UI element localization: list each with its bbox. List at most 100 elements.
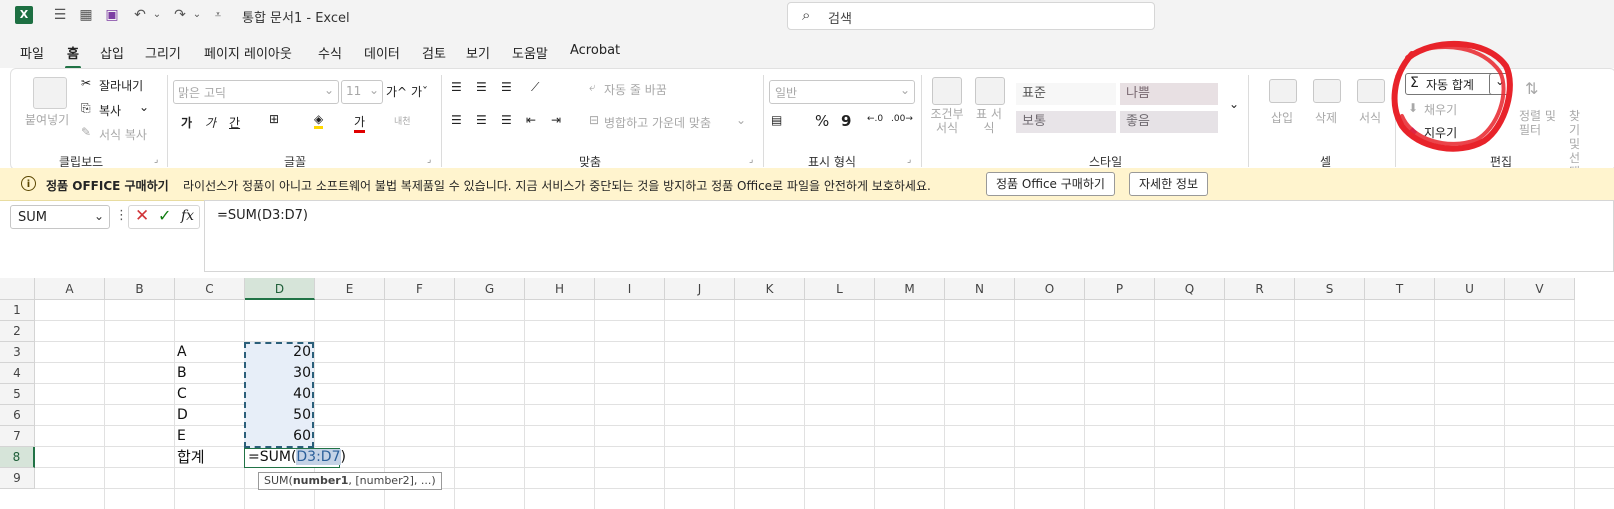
italic-button[interactable]: 가 [205, 114, 216, 131]
select-all-corner[interactable] [0, 278, 35, 300]
insert-cells-button[interactable]: 삽입 [1271, 109, 1293, 126]
row-header[interactable]: 5 [0, 384, 35, 405]
search-box[interactable]: ⌕ 검색 [787, 2, 1155, 30]
column-header[interactable]: O [1015, 278, 1085, 300]
column-header[interactable]: E [315, 278, 385, 300]
bold-button[interactable]: 가 [181, 114, 192, 131]
cell-D5[interactable]: 40 [246, 384, 311, 405]
paste-icon[interactable] [33, 77, 67, 109]
row-header[interactable]: 4 [0, 363, 35, 384]
column-header[interactable]: N [945, 278, 1015, 300]
cell-C5[interactable]: C [177, 384, 187, 405]
column-header[interactable]: S [1295, 278, 1365, 300]
styles-more-icon[interactable]: ⌄ [1229, 97, 1239, 111]
row-header[interactable]: 3 [0, 342, 35, 363]
percent-button[interactable]: % [815, 112, 829, 130]
delete-cells-icon[interactable] [1313, 79, 1341, 103]
format-cells-icon[interactable] [1357, 79, 1385, 103]
insert-cells-icon[interactable] [1269, 79, 1297, 103]
decrease-decimal-icon[interactable]: .00→ [891, 114, 913, 124]
merge-center-button[interactable]: 병합하고 가운데 맞춤 [604, 114, 711, 131]
column-header[interactable]: M [875, 278, 945, 300]
column-header[interactable]: F [385, 278, 455, 300]
tab-review[interactable]: 검토 [422, 43, 446, 62]
dialog-launcher-icon[interactable]: ⌟ [154, 155, 158, 165]
undo-dropdown-icon[interactable]: ⌄ [149, 7, 165, 23]
column-header[interactable]: L [805, 278, 875, 300]
underline-button[interactable]: 간 [229, 114, 240, 131]
style-neutral[interactable]: 보통 [1016, 111, 1116, 133]
cell-D4[interactable]: 30 [246, 363, 311, 384]
row-header[interactable]: 8 [0, 447, 35, 468]
fill-color-icon[interactable]: ◈ [314, 112, 324, 129]
cell-D7[interactable]: 60 [246, 426, 311, 447]
tab-data[interactable]: 데이터 [364, 43, 400, 62]
tab-formulas[interactable]: 수식 [318, 43, 342, 62]
copy-button[interactable]: 복사 [99, 102, 121, 119]
align-bottom-icon[interactable]: ☰ [501, 80, 512, 94]
phonetic-button[interactable]: 내천 [394, 114, 411, 127]
style-good[interactable]: 좋음 [1120, 111, 1218, 133]
delete-cells-button[interactable]: 삭제 [1315, 109, 1337, 126]
format-cells-button[interactable]: 서식 [1359, 109, 1381, 126]
align-center-icon[interactable]: ☰ [476, 113, 487, 127]
spreadsheet-grid[interactable]: ABCDEFGHIJKLMNOPQRSTUV 123456789 A B C D… [0, 278, 1614, 509]
cell-C3[interactable]: A [177, 342, 187, 363]
formula-input[interactable]: =SUM(D3:D7) [204, 200, 1614, 272]
paste-button[interactable]: 붙여넣기 [25, 111, 69, 128]
column-header[interactable]: G [455, 278, 525, 300]
borders-icon[interactable]: ⊞ [269, 112, 279, 126]
name-box[interactable]: SUM ⌄ [10, 205, 110, 229]
cell-D8-editing[interactable]: =SUM(D3:D7) [248, 447, 346, 468]
chevron-down-icon[interactable]: ⌄ [736, 113, 746, 127]
cell-D6[interactable]: 50 [246, 405, 311, 426]
column-header[interactable]: B [105, 278, 175, 300]
customize-icon[interactable]: ⩡ [210, 7, 226, 23]
copy-dropdown-icon[interactable]: ⌄ [139, 100, 149, 114]
wrap-text-button[interactable]: 자동 줄 바꿈 [604, 81, 667, 98]
cancel-icon[interactable]: ✕ [135, 206, 149, 226]
cell-C7[interactable]: E [177, 426, 186, 447]
conditional-format-button[interactable]: 조건부 서식 [930, 107, 964, 135]
number-format-select[interactable]: 일반 ⌄ [769, 80, 915, 104]
comma-button[interactable]: 9 [841, 112, 851, 130]
format-painter-button[interactable]: 서식 복사 [99, 126, 147, 143]
align-middle-icon[interactable]: ☰ [476, 80, 487, 94]
column-header[interactable]: R [1225, 278, 1295, 300]
decrease-indent-icon[interactable]: ⇤ [526, 113, 536, 127]
column-header[interactable]: P [1085, 278, 1155, 300]
font-color-button[interactable]: 가 [354, 113, 366, 133]
shrink-font-button[interactable]: 가ˇ [411, 83, 428, 100]
buy-office-button[interactable]: 정품 Office 구매하기 [986, 172, 1115, 196]
font-name-select[interactable]: 맑은 고딕 ⌄ [173, 80, 339, 104]
undo-icon[interactable]: ↶ [132, 7, 148, 23]
tab-insert[interactable]: 삽입 [100, 43, 124, 62]
dialog-launcher-icon[interactable]: ⌟ [907, 155, 911, 165]
table-icon[interactable]: ▦ [78, 7, 94, 23]
column-header[interactable]: D [245, 278, 315, 300]
cell-C6[interactable]: D [177, 405, 188, 426]
tab-page-layout[interactable]: 페이지 레이아웃 [204, 43, 292, 62]
style-normal[interactable]: 표준 [1016, 83, 1116, 105]
redo-dropdown-icon[interactable]: ⌄ [189, 7, 205, 23]
dialog-launcher-icon[interactable]: ⌟ [427, 155, 431, 165]
table-format-button[interactable]: 표 서식 [974, 107, 1004, 135]
menu-lines-icon[interactable]: ☰ [52, 7, 68, 23]
column-header[interactable]: C [175, 278, 245, 300]
column-header[interactable]: K [735, 278, 805, 300]
tab-home[interactable]: 홈 [65, 43, 81, 69]
column-header[interactable]: Q [1155, 278, 1225, 300]
column-header[interactable]: J [665, 278, 735, 300]
column-header[interactable]: T [1365, 278, 1435, 300]
align-top-icon[interactable]: ☰ [451, 80, 462, 94]
align-left-icon[interactable]: ☰ [451, 113, 462, 127]
accounting-icon[interactable]: ▤ [771, 113, 782, 127]
more-info-button[interactable]: 자세한 정보 [1129, 172, 1209, 196]
conditional-format-icon[interactable] [932, 77, 962, 105]
more-options-icon[interactable]: ⋮ [115, 208, 128, 223]
insert-function-icon[interactable]: fx [181, 208, 194, 224]
column-header[interactable]: U [1435, 278, 1505, 300]
column-header[interactable]: A [35, 278, 105, 300]
enter-icon[interactable]: ✓ [158, 206, 171, 225]
column-header[interactable]: I [595, 278, 665, 300]
